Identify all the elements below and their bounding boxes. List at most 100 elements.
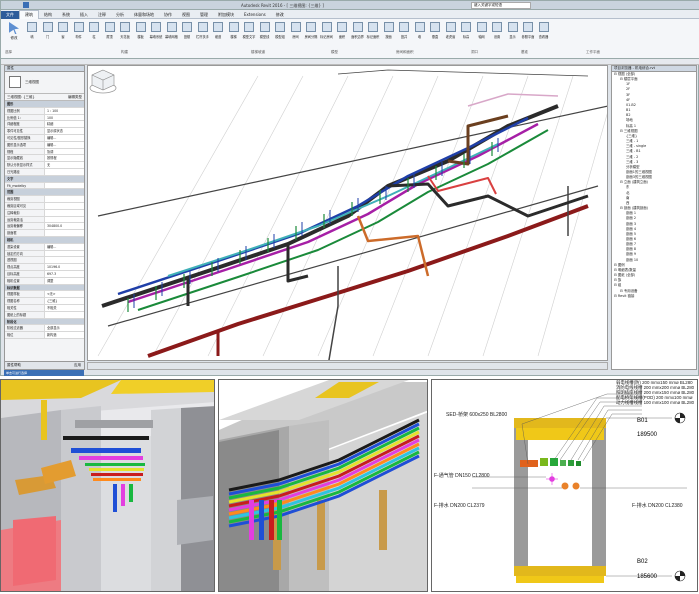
property-value[interactable]: 697.3 [45,270,84,277]
property-row[interactable]: 视点高度 10196.0 [5,264,84,271]
viewcube-icon[interactable] [88,66,118,96]
property-group[interactable]: 阶段化 [5,318,84,326]
ribbon-button[interactable]: 柱 [87,22,101,46]
property-row[interactable]: 相关性 不相关 [5,304,84,312]
property-group[interactable]: 标识数据 [5,284,84,292]
property-value[interactable]: 按规程 [45,155,84,162]
property-row[interactable]: Fit_modelby [5,182,84,190]
property-group[interactable]: 图形 [5,101,84,108]
search-input[interactable]: 键入关键字或短语 [471,2,531,9]
ribbon-tab[interactable]: 注释 [93,11,111,19]
ribbon-button[interactable]: 垂直 [428,22,442,46]
ribbon-button[interactable]: 模型线 [258,22,272,46]
property-row[interactable]: 比例值 1: 100 [5,114,84,122]
ribbon-button[interactable]: 坡道 [211,22,225,46]
property-group[interactable]: 相机 [5,236,84,244]
modify-button[interactable]: 修改 [7,22,21,48]
property-row[interactable]: 锁定的方向 [5,250,84,258]
property-value[interactable] [45,168,84,175]
ribbon-tab[interactable]: 结构 [39,11,57,19]
property-value[interactable]: 不相关 [45,304,84,311]
property-row[interactable]: 透视图 [5,257,84,265]
property-row[interactable]: 显示隐藏线 按规程 [5,155,84,163]
property-row[interactable]: 阶段过滤器 全部显示 [5,325,84,333]
type-selector[interactable]: 三维视图 [5,72,84,94]
ribbon-button[interactable]: 幕墙系统 [149,22,163,46]
ribbon-button[interactable]: 构件 [72,22,86,46]
property-value[interactable]: 精细 [45,121,84,128]
property-value[interactable] [45,202,84,209]
ribbon-tab[interactable]: 管理 [195,11,213,19]
ribbon-tab[interactable]: 修改 [271,11,289,19]
property-row[interactable]: 远剪裁激活 [5,216,84,224]
ribbon-button[interactable]: 天花板 [118,22,132,46]
ribbon-button[interactable]: 门 [41,22,55,46]
ribbon-button[interactable]: 墙 [25,22,39,46]
ribbon-button[interactable]: 窗 [56,22,70,46]
property-row[interactable]: 默认分析显示样式无 [5,162,84,169]
ribbon-button[interactable]: 幕墙网格 [165,22,179,46]
property-value[interactable] [45,182,84,189]
property-row[interactable]: 视图名称 {三维} [5,298,84,305]
property-row[interactable]: 日光路径 [5,168,84,176]
ribbon-button[interactable]: 显示 [506,22,520,46]
ribbon-tab[interactable]: 系统 [57,11,75,19]
ribbon-button[interactable]: 参照平面 [521,22,535,46]
ribbon-tab[interactable]: 体量和场地 [129,11,159,19]
ribbon-tab[interactable]: 附加模块 [213,11,239,19]
3d-view-canvas[interactable] [87,65,608,361]
property-value[interactable] [45,196,84,202]
property-group[interactable]: 文字 [5,175,84,183]
property-row[interactable]: 图形显示选项 编辑... [5,141,84,149]
property-value[interactable] [45,209,84,216]
properties-help-link[interactable]: 属性帮助 [7,363,21,367]
ribbon-button[interactable]: 墙 [413,22,427,46]
ribbon-button[interactable]: 标高 [459,22,473,46]
property-value[interactable] [45,230,84,236]
property-value[interactable]: 编辑... [45,243,84,250]
property-value[interactable]: 调整 [45,277,84,284]
property-row[interactable]: 图纸上的标题 [5,311,84,319]
property-row[interactable]: 剖面框 [5,230,84,237]
property-value[interactable]: 10196.0 [45,264,84,270]
ribbon-button[interactable]: 模型文字 [242,22,256,46]
property-row[interactable]: 裁剪视图 [5,196,84,203]
ribbon-button[interactable]: 轴网 [475,22,489,46]
property-value[interactable]: 协调 [45,148,84,155]
property-row[interactable]: 注释裁剪 [5,209,84,217]
ribbon-button[interactable]: 屋顶 [103,22,117,46]
ribbon-button[interactable]: 设置 [490,22,504,46]
property-value[interactable] [45,216,84,223]
ribbon-button[interactable]: 面积 [335,22,349,46]
ribbon-button[interactable]: 栏杆扶手 [196,22,210,46]
property-row[interactable]: 可见性/图形替换 编辑... [5,134,84,142]
property-value[interactable] [45,257,84,264]
ribbon-tab[interactable]: 插入 [75,11,93,19]
property-group[interactable]: 范围 [5,189,84,197]
property-value[interactable]: 100 [45,114,84,121]
property-value[interactable] [45,311,84,318]
property-row[interactable]: 远剪裁偏移 304800.0 [5,223,84,231]
ribbon-button[interactable]: 标记面积 [366,22,380,46]
browser-tree-item[interactable]: ⊟ Revit 链接 [612,294,696,299]
ribbon-tab[interactable]: 分析 [111,11,129,19]
ribbon-tab[interactable]: 视图 [177,11,195,19]
property-row[interactable]: 渲染设置 编辑... [5,243,84,251]
app-menu-icon[interactable] [23,2,29,8]
ribbon-button[interactable]: 楼梯 [227,22,241,46]
property-value[interactable]: 编辑... [45,134,84,141]
ribbon-tab[interactable]: 建筑 [19,10,39,19]
ribbon-button[interactable]: 房间分隔 [304,22,318,46]
property-value[interactable]: 新构造 [45,332,84,338]
property-value[interactable]: <无> [45,291,84,298]
property-value[interactable]: 无 [45,162,84,168]
property-row[interactable]: 目标高度 697.3 [5,270,84,278]
property-row[interactable]: 零件可见性 显示原状态 [5,128,84,135]
ribbon-button[interactable]: 竖梃 [180,22,194,46]
ribbon-button[interactable]: 竖井 [397,22,411,46]
ribbon-tab[interactable]: Extensions [239,11,271,19]
ribbon-button[interactable]: 面积边界 [351,22,365,46]
ribbon-button[interactable]: 老虎窗 [444,22,458,46]
property-row[interactable]: 详细程度 精细 [5,121,84,129]
property-value[interactable]: 编辑... [45,141,84,148]
